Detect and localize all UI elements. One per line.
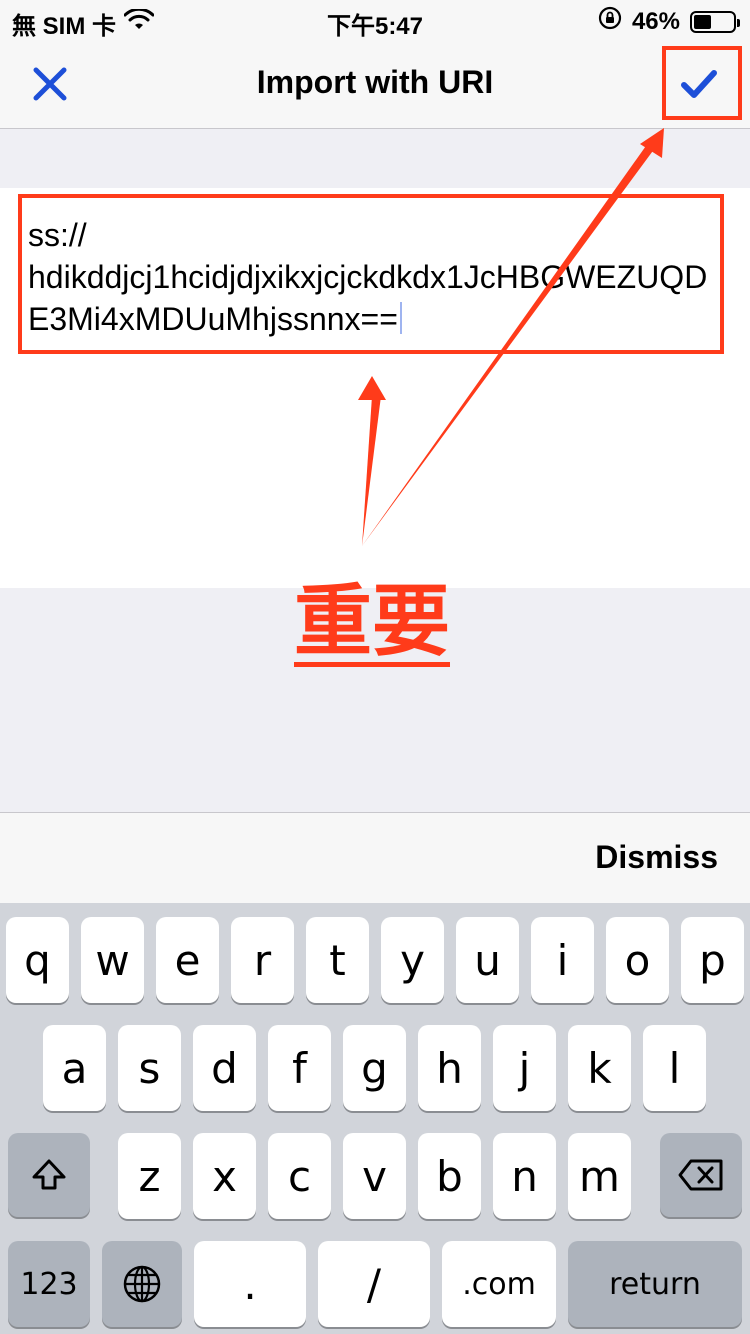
key-y[interactable]: y xyxy=(381,917,444,1003)
key-l[interactable]: l xyxy=(643,1025,706,1111)
shift-key[interactable] xyxy=(8,1133,90,1217)
key-c[interactable]: c xyxy=(268,1133,331,1219)
backspace-icon xyxy=(678,1159,723,1191)
page-title: Import with URI xyxy=(256,64,494,100)
status-bar: 無 SIM 卡 下午5:47 46% xyxy=(0,0,750,40)
numbers-key[interactable]: 123 xyxy=(8,1241,90,1327)
annotation-label: 重要 xyxy=(294,577,451,667)
status-right: 46% xyxy=(598,6,740,37)
key-x[interactable]: x xyxy=(193,1133,256,1219)
key-j[interactable]: j xyxy=(493,1025,556,1111)
key-v[interactable]: v xyxy=(343,1133,406,1219)
annotation-box-uri xyxy=(18,194,724,354)
import-uri-screen: 無 SIM 卡 下午5:47 46% Import with URI ss://… xyxy=(0,0,750,1334)
dot-key[interactable]: . xyxy=(194,1241,306,1327)
key-r[interactable]: r xyxy=(231,917,294,1003)
key-u[interactable]: u xyxy=(456,917,519,1003)
key-q[interactable]: q xyxy=(6,917,69,1003)
key-f[interactable]: f xyxy=(268,1025,331,1111)
key-m[interactable]: m xyxy=(568,1133,631,1219)
key-k[interactable]: k xyxy=(568,1025,631,1111)
backspace-key[interactable] xyxy=(660,1133,742,1217)
key-a[interactable]: a xyxy=(43,1025,106,1111)
battery-percent: 46% xyxy=(631,7,680,35)
key-i[interactable]: i xyxy=(531,917,594,1003)
navigation-bar: Import with URI xyxy=(0,40,750,129)
key-s[interactable]: s xyxy=(118,1025,181,1111)
keyboard-accessory-bar: Dismiss xyxy=(0,812,750,903)
key-p[interactable]: p xyxy=(681,917,744,1003)
return-key[interactable]: return xyxy=(568,1241,742,1327)
slash-key[interactable]: / xyxy=(318,1241,430,1327)
keyboard: 123 . / .com return qwertyuiop asdfghjkl z… xyxy=(0,903,750,1334)
key-h[interactable]: h xyxy=(418,1025,481,1111)
globe-key[interactable] xyxy=(102,1241,182,1327)
orientation-lock-icon xyxy=(598,6,622,37)
annotation-box-done xyxy=(662,46,742,120)
shift-icon xyxy=(32,1159,66,1190)
key-g[interactable]: g xyxy=(343,1025,406,1111)
key-t[interactable]: t xyxy=(306,917,369,1003)
key-o[interactable]: o xyxy=(606,917,669,1003)
key-b[interactable]: b xyxy=(418,1133,481,1219)
annotation-arrow-diag-head xyxy=(640,128,664,158)
globe-icon xyxy=(123,1265,161,1303)
key-n[interactable]: n xyxy=(493,1133,556,1219)
battery-icon xyxy=(690,10,740,33)
key-w[interactable]: w xyxy=(81,917,144,1003)
dotcom-key[interactable]: .com xyxy=(442,1241,556,1327)
dismiss-button[interactable]: Dismiss xyxy=(595,839,718,876)
key-d[interactable]: d xyxy=(193,1025,256,1111)
key-z[interactable]: z xyxy=(118,1133,181,1219)
key-e[interactable]: e xyxy=(156,917,219,1003)
